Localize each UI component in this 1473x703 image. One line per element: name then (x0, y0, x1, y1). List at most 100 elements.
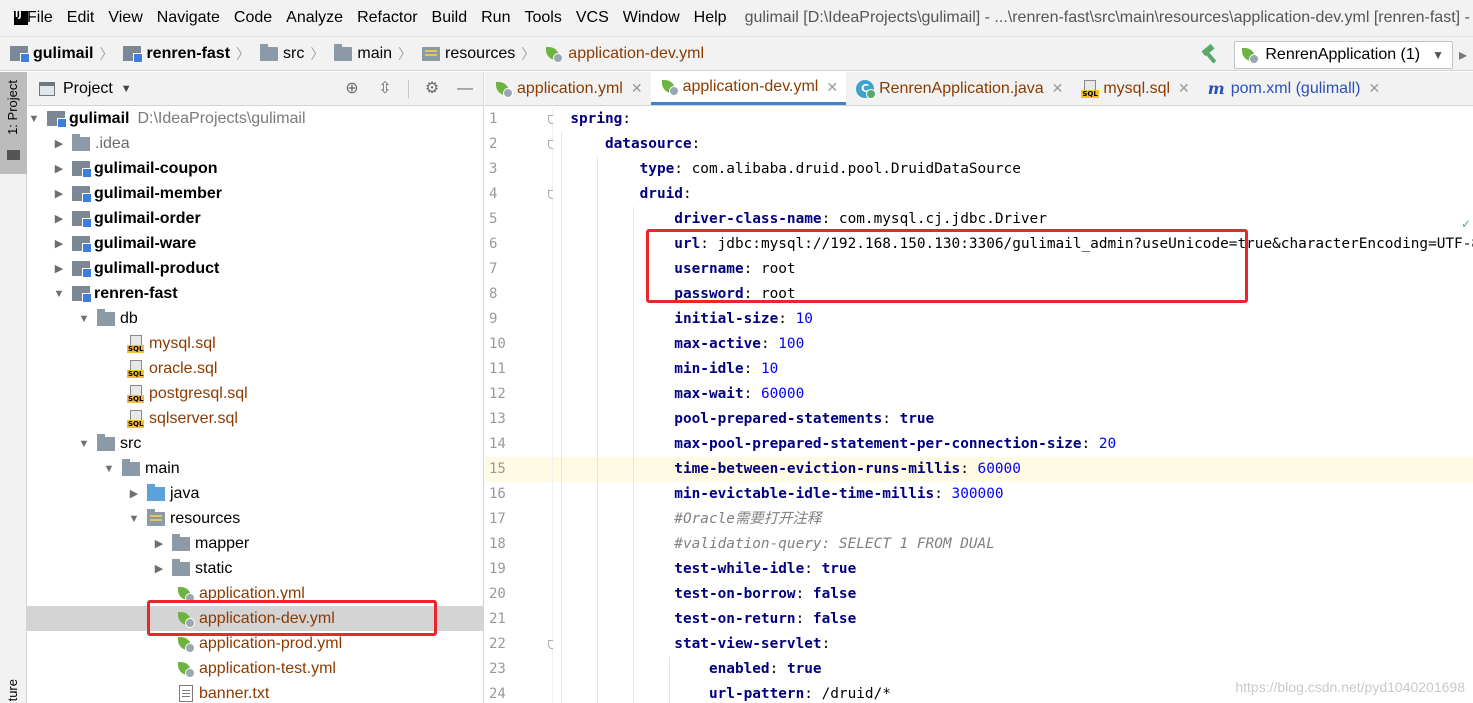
menu-navigate[interactable]: Navigate (150, 9, 227, 27)
indent-guide (561, 357, 562, 382)
project-tool-window-tab[interactable]: 1: Project (0, 72, 27, 174)
indent-guide (561, 632, 562, 657)
chevron-down-icon[interactable]: ▼ (102, 463, 116, 475)
menu-analyze[interactable]: Analyze (279, 9, 350, 27)
breadcrumb-gulimail[interactable]: gulimail 〉 (0, 44, 113, 64)
code-line: min-idle: 10 (553, 357, 1473, 382)
tree-item-static[interactable]: ▶ static (27, 556, 483, 581)
breadcrumb-resources[interactable]: resources 〉 (412, 44, 535, 64)
yaml-value: 10 (795, 311, 813, 327)
line-number: 14 (489, 436, 506, 452)
locate-file-icon[interactable]: ⊕ (342, 79, 362, 99)
tree-item-mysql-sql[interactable]: mysql.sql (27, 331, 483, 356)
indent-guide (632, 282, 634, 307)
menu-help[interactable]: Help (687, 9, 734, 27)
code-editor[interactable]: ✓ spring: datasource: type: com.alibaba.… (553, 107, 1473, 703)
chevron-down-icon[interactable]: ▼ (127, 513, 141, 525)
menu-edit[interactable]: Edit (60, 9, 102, 27)
yaml-key: spring (570, 111, 623, 127)
tree-item-application-prod-yml[interactable]: application-prod.yml (27, 631, 483, 656)
menu-tools[interactable]: Tools (517, 9, 568, 27)
chevron-right-icon[interactable]: ▶ (52, 212, 66, 225)
tree-item-java[interactable]: ▶ java (27, 481, 483, 506)
toolbar-overflow-icon[interactable]: ▸ (1459, 45, 1473, 65)
source-folder-icon (147, 483, 165, 501)
tab-pom-xml[interactable]: m pom.xml (gulimall) ✕ (1198, 72, 1388, 105)
project-view-selector[interactable]: Project (63, 80, 113, 98)
tree-item-application-yml[interactable]: application.yml (27, 581, 483, 606)
indent-guide (561, 132, 562, 157)
tree-item-gulimall-product[interactable]: ▶ gulimall-product (27, 256, 483, 281)
code-line: max-active: 100 (553, 332, 1473, 357)
collapse-all-icon[interactable]: ⇳ (375, 79, 395, 99)
module-icon (72, 211, 92, 228)
chevron-right-icon[interactable]: ▶ (152, 562, 166, 575)
chevron-right-icon[interactable]: ▶ (52, 137, 66, 150)
tree-item-idea[interactable]: ▶ .idea (27, 131, 483, 156)
tab-application-yml[interactable]: application.yml ✕ (485, 72, 651, 105)
yaml-key: test-while-idle (674, 561, 805, 577)
chevron-right-icon[interactable]: ▶ (52, 187, 66, 200)
menu-window[interactable]: Window (616, 9, 687, 27)
tree-item-resources[interactable]: ▼ resources (27, 506, 483, 531)
run-configuration-select[interactable]: RenrenApplication (1) ▼ (1234, 40, 1453, 69)
structure-tool-window-tab[interactable]: ture (5, 679, 20, 701)
tab-application-dev-yml[interactable]: application-dev.yml ✕ (650, 72, 847, 105)
chevron-right-icon[interactable]: ▶ (52, 162, 66, 175)
chevron-down-icon[interactable]: ▼ (77, 438, 91, 450)
tree-item-mapper[interactable]: ▶ mapper (27, 531, 483, 556)
tree-item-db[interactable]: ▼ db (27, 306, 483, 331)
chevron-right-icon[interactable]: ▶ (152, 537, 166, 550)
tree-item-gulimail-ware[interactable]: ▶ gulimail-ware (27, 231, 483, 256)
gear-icon[interactable]: ⚙ (422, 79, 442, 99)
close-icon[interactable]: ✕ (1369, 80, 1381, 97)
line-number: 10 (489, 336, 506, 352)
chevron-right-icon[interactable]: ▶ (52, 237, 66, 250)
close-icon[interactable]: ✕ (1052, 80, 1064, 97)
tree-item-postgresql-sql[interactable]: postgresql.sql (27, 381, 483, 406)
chevron-down-icon[interactable]: ▼ (121, 83, 132, 95)
indent-guide (632, 532, 634, 557)
close-icon[interactable]: ✕ (1178, 80, 1190, 97)
project-tree: ▼ gulimail D:\IdeaProjects\gulimail ▶ .i… (27, 106, 483, 703)
tree-item-sqlserver-sql[interactable]: sqlserver.sql (27, 406, 483, 431)
breadcrumb-src[interactable]: src 〉 (250, 43, 324, 64)
indent-guide (561, 557, 562, 582)
tree-item-gulimail[interactable]: ▼ gulimail D:\IdeaProjects\gulimail (27, 106, 483, 131)
tree-item-application-dev-yml[interactable]: application-dev.yml (27, 606, 483, 631)
indent-guide (632, 382, 634, 407)
tree-item-renren-fast[interactable]: ▼ renren-fast (27, 281, 483, 306)
tree-item-gulimail-coupon[interactable]: ▶ gulimail-coupon (27, 156, 483, 181)
tree-item-gulimail-member[interactable]: ▶ gulimail-member (27, 181, 483, 206)
tree-item-oracle-sql[interactable]: oracle.sql (27, 356, 483, 381)
chevron-down-icon[interactable]: ▼ (52, 288, 66, 300)
spring-yml-icon (495, 80, 513, 98)
tab-renren-application-java[interactable]: C RenrenApplication.java ✕ (846, 72, 1071, 105)
menu-run[interactable]: Run (474, 9, 517, 27)
tree-item-src[interactable]: ▼ src (27, 431, 483, 456)
close-icon[interactable]: ✕ (631, 80, 643, 97)
menu-build[interactable]: Build (425, 9, 475, 27)
tree-item-banner-txt[interactable]: banner.txt (27, 681, 483, 703)
chevron-down-icon[interactable]: ▼ (77, 313, 91, 325)
menu-code[interactable]: Code (227, 9, 279, 27)
hide-panel-icon[interactable]: — (455, 79, 475, 99)
folder-icon (260, 43, 279, 61)
chevron-right-icon[interactable]: ▶ (52, 262, 66, 275)
breadcrumb-renren-fast[interactable]: renren-fast 〉 (113, 44, 250, 64)
build-hammer-icon[interactable] (1200, 45, 1220, 65)
tab-mysql-sql[interactable]: mysql.sql ✕ (1071, 72, 1197, 105)
tree-item-gulimail-order[interactable]: ▶ gulimail-order (27, 206, 483, 231)
indent-guide (561, 332, 562, 357)
code-line: #validation-query: SELECT 1 FROM DUAL (553, 532, 1473, 557)
menu-refactor[interactable]: Refactor (350, 9, 424, 27)
chevron-down-icon[interactable]: ▼ (27, 113, 41, 125)
tree-item-main[interactable]: ▼ main (27, 456, 483, 481)
breadcrumb-main[interactable]: main 〉 (324, 43, 412, 64)
menu-view[interactable]: View (101, 9, 149, 27)
menu-vcs[interactable]: VCS (569, 9, 616, 27)
tree-item-application-test-yml[interactable]: application-test.yml (27, 656, 483, 681)
chevron-right-icon[interactable]: ▶ (127, 487, 141, 500)
close-icon[interactable]: ✕ (826, 79, 838, 96)
breadcrumb-application-dev-yml[interactable]: application-dev.yml (535, 45, 704, 63)
